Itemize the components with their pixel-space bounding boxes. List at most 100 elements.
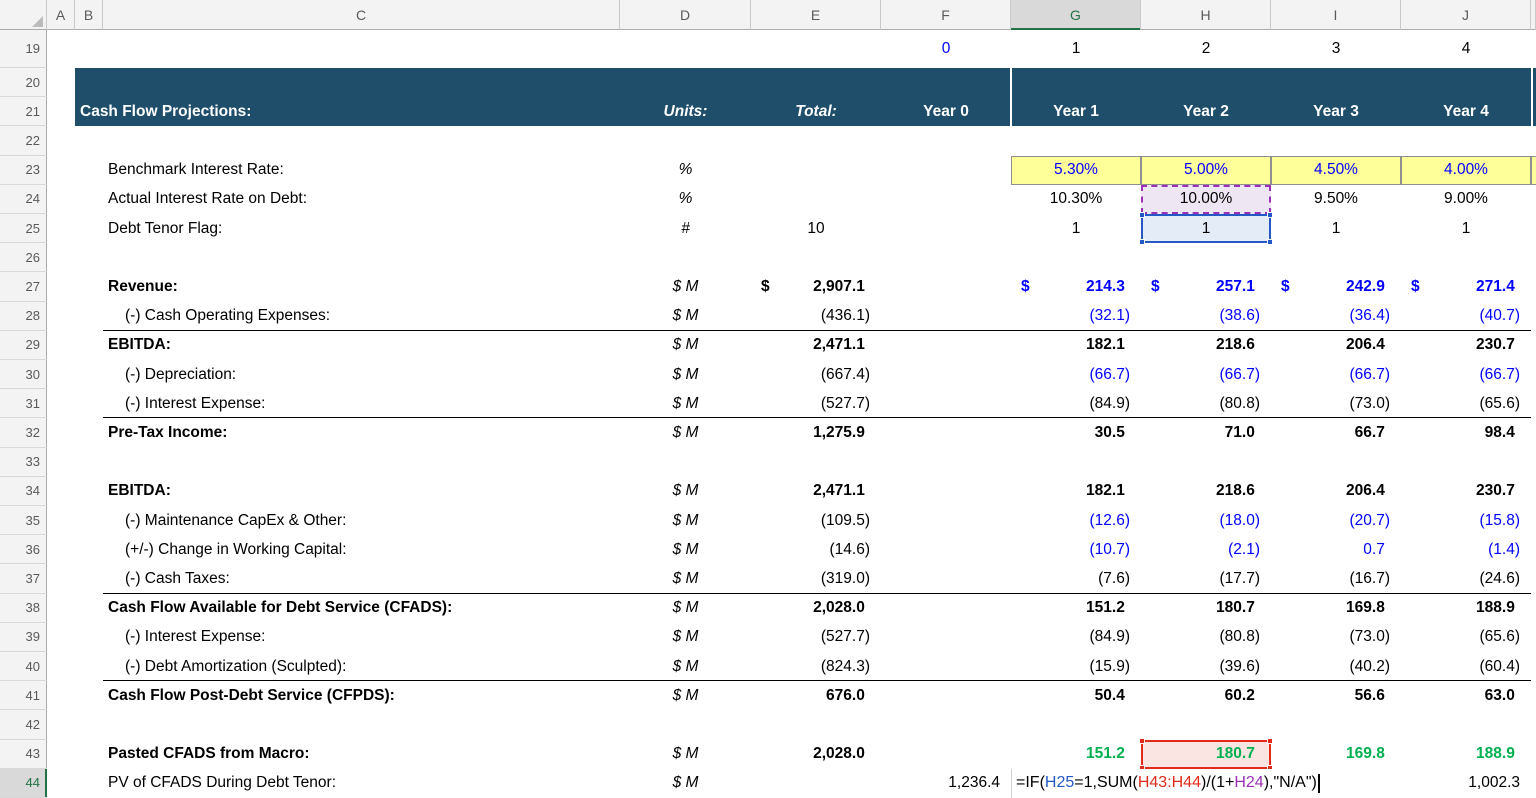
cell-G32[interactable]: 30.5) <box>1011 418 1141 447</box>
cell-C40[interactable]: (-) Debt Amortization (Sculpted): <box>103 652 620 681</box>
cell-E27[interactable]: $2,907.1) <box>751 272 881 301</box>
cell-D30[interactable]: $ M <box>620 360 751 389</box>
cell-D23[interactable]: % <box>620 156 751 185</box>
cell-E30[interactable]: (667.4) <box>751 360 881 389</box>
row-header-44[interactable]: 44 <box>0 769 47 798</box>
col-header-B[interactable]: B <box>75 0 103 30</box>
cell-E40[interactable]: (824.3) <box>751 652 881 681</box>
col-header-H[interactable]: H <box>1141 0 1271 30</box>
cell-E28[interactable]: (436.1) <box>751 302 881 331</box>
cell-H39[interactable]: (80.8) <box>1141 623 1271 652</box>
cell-F19[interactable]: 0 <box>881 30 1011 68</box>
cell-H38[interactable]: 180.7) <box>1141 594 1271 623</box>
cell-J29[interactable]: 230.7) <box>1401 331 1531 360</box>
cell-G30[interactable]: (66.7) <box>1011 360 1141 389</box>
cell-H31[interactable]: (80.8) <box>1141 389 1271 418</box>
cell-J27[interactable]: $271.4) <box>1401 272 1531 301</box>
cell-J19[interactable]: 4 <box>1401 30 1531 68</box>
cell-G34[interactable]: 182.1) <box>1011 477 1141 506</box>
cell-I30[interactable]: (66.7) <box>1271 360 1401 389</box>
cell-D38[interactable]: $ M <box>620 594 751 623</box>
cell-D25[interactable]: # <box>620 214 751 243</box>
cell-G24[interactable]: 10.30% <box>1011 185 1141 214</box>
cell-I27[interactable]: $242.9) <box>1271 272 1401 301</box>
formula-editor[interactable]: =IF(H25=1,SUM(H43:H44)/(1+H24),"N/A") <box>1011 769 1397 798</box>
cell-D28[interactable]: $ M <box>620 302 751 331</box>
cell-E39[interactable]: (527.7) <box>751 623 881 652</box>
row-header-29[interactable]: 29 <box>0 331 47 360</box>
cell-H34[interactable]: 218.6) <box>1141 477 1271 506</box>
row-header-27[interactable]: 27 <box>0 272 47 301</box>
cell-J38[interactable]: 188.9) <box>1401 594 1531 623</box>
cell-I43[interactable]: 169.8) <box>1271 740 1401 769</box>
cell-D24[interactable]: % <box>620 185 751 214</box>
cell-C24[interactable]: Actual Interest Rate on Debt: <box>103 185 620 214</box>
cell-C32[interactable]: Pre-Tax Income: <box>103 418 620 447</box>
band-year-4-label[interactable]: Year 4 <box>1401 97 1531 126</box>
row-header-37[interactable]: 37 <box>0 564 47 593</box>
cell-G43[interactable]: 151.2) <box>1011 740 1141 769</box>
cell-C34[interactable]: EBITDA: <box>103 477 620 506</box>
row-header-32[interactable]: 32 <box>0 418 47 447</box>
cell-J37[interactable]: (24.6) <box>1401 564 1531 593</box>
cell-I35[interactable]: (20.7) <box>1271 506 1401 535</box>
cell-C36[interactable]: (+/-) Change in Working Capital: <box>103 535 620 564</box>
row-header-38[interactable]: 38 <box>0 594 47 623</box>
cell-G38[interactable]: 151.2) <box>1011 594 1141 623</box>
cell-C28[interactable]: (-) Cash Operating Expenses: <box>103 302 620 331</box>
cell-C27[interactable]: Revenue: <box>103 272 620 301</box>
cell-D34[interactable]: $ M <box>620 477 751 506</box>
cell-I23[interactable]: 4.50% <box>1271 156 1401 185</box>
row-header-39[interactable]: 39 <box>0 623 47 652</box>
cell-D32[interactable]: $ M <box>620 418 751 447</box>
cell-E38[interactable]: 2,028.0) <box>751 594 881 623</box>
cell-D27[interactable]: $ M <box>620 272 751 301</box>
col-header-F[interactable]: F <box>881 0 1011 30</box>
cell-I41[interactable]: 56.6) <box>1271 681 1401 710</box>
band-title[interactable]: Cash Flow Projections: <box>80 97 251 126</box>
cell-E32[interactable]: 1,275.9) <box>751 418 881 447</box>
cell-H30[interactable]: (66.7) <box>1141 360 1271 389</box>
cell-G40[interactable]: (15.9) <box>1011 652 1141 681</box>
cell-E25[interactable]: 10 <box>751 214 881 243</box>
cell-I25[interactable]: 1 <box>1271 214 1401 243</box>
cell-D29[interactable]: $ M <box>620 331 751 360</box>
col-header-J[interactable]: J <box>1401 0 1531 30</box>
band-year-2-label[interactable]: Year 2 <box>1141 97 1271 126</box>
cell-C41[interactable]: Cash Flow Post-Debt Service (CFPDS): <box>103 681 620 710</box>
cell-I24[interactable]: 9.50% <box>1271 185 1401 214</box>
cell-H35[interactable]: (18.0) <box>1141 506 1271 535</box>
cell-H37[interactable]: (17.7) <box>1141 564 1271 593</box>
row-header-35[interactable]: 35 <box>0 506 47 535</box>
cell-H24[interactable]: 10.00% <box>1141 185 1271 214</box>
row-header-20[interactable]: 20 <box>0 68 47 97</box>
cell-H29[interactable]: 218.6) <box>1141 331 1271 360</box>
cell-H28[interactable]: (38.6) <box>1141 302 1271 331</box>
cell-J28[interactable]: (40.7) <box>1401 302 1531 331</box>
cell-J34[interactable]: 230.7) <box>1401 477 1531 506</box>
row-header-36[interactable]: 36 <box>0 535 47 564</box>
select-all-button[interactable] <box>0 0 47 30</box>
cell-J23[interactable]: 4.00% <box>1401 156 1531 185</box>
cell-C31[interactable]: (-) Interest Expense: <box>103 389 620 418</box>
cell-H32[interactable]: 71.0) <box>1141 418 1271 447</box>
cell-J44[interactable]: 1,002.3 <box>1401 769 1531 798</box>
cell-J36[interactable]: (1.4) <box>1401 535 1531 564</box>
cell-C23[interactable]: Benchmark Interest Rate: <box>103 156 620 185</box>
cell-G31[interactable]: (84.9) <box>1011 389 1141 418</box>
cell-J31[interactable]: (65.6) <box>1401 389 1531 418</box>
cell-D36[interactable]: $ M <box>620 535 751 564</box>
cell-H25[interactable]: 1 <box>1141 214 1271 243</box>
row-header-23[interactable]: 23 <box>0 156 47 185</box>
cell-C38[interactable]: Cash Flow Available for Debt Service (CF… <box>103 594 620 623</box>
cell-G28[interactable]: (32.1) <box>1011 302 1141 331</box>
cell-G19[interactable]: 1 <box>1011 30 1141 68</box>
row-header-25[interactable]: 25 <box>0 214 47 243</box>
cell-H36[interactable]: (2.1) <box>1141 535 1271 564</box>
cell-I19[interactable]: 3 <box>1271 30 1401 68</box>
cell-D37[interactable]: $ M <box>620 564 751 593</box>
cell-H41[interactable]: 60.2) <box>1141 681 1271 710</box>
cell-I36[interactable]: 0.7) <box>1271 535 1401 564</box>
cell-I32[interactable]: 66.7) <box>1271 418 1401 447</box>
cell-D39[interactable]: $ M <box>620 623 751 652</box>
